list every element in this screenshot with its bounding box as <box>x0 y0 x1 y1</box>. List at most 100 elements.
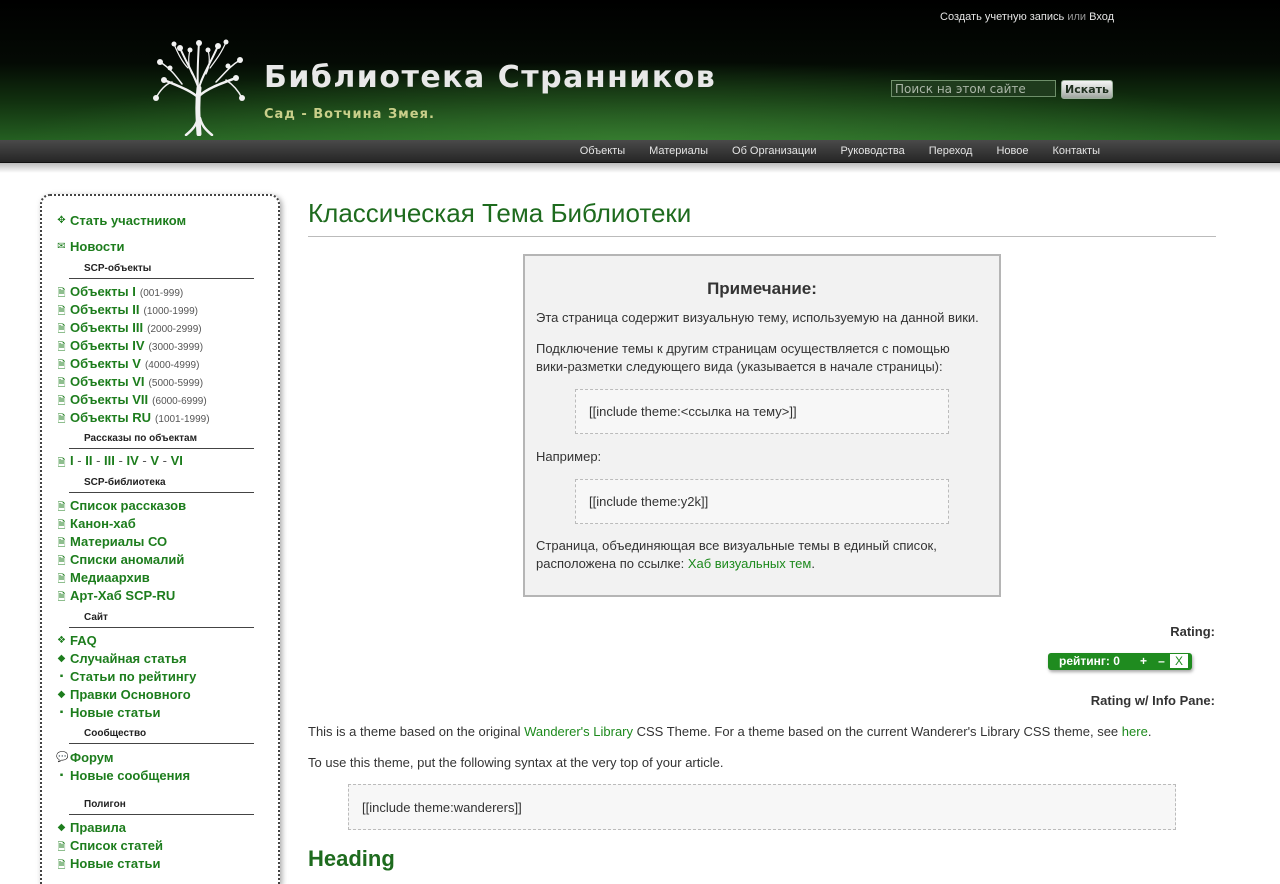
code-block-wanderers: [[include theme:wanderers]] <box>348 784 1176 830</box>
sidebar-item-objects-3[interactable]: Объекты III (2000-2999) <box>70 320 202 335</box>
page-icon: 🗎 <box>57 574 66 585</box>
stories-link-5[interactable]: V <box>150 453 159 468</box>
sidebar-item-rules[interactable]: Правила <box>70 820 126 835</box>
sidebar-item-objects-1[interactable]: Объекты I (001-999) <box>70 284 183 299</box>
speech-bubble-icon: 💬 <box>56 752 69 763</box>
sidebar-item-anomaly-lists[interactable]: Списки аномалий <box>70 552 184 567</box>
nav-item-contacts[interactable]: Контакты <box>1040 140 1112 162</box>
page-icon: 🗎 <box>57 288 66 299</box>
stories-link-2[interactable]: II <box>85 453 92 468</box>
sidebar-item-stories-list[interactable]: Список рассказов <box>70 498 186 513</box>
nav-item-guides[interactable]: Руководства <box>828 140 916 162</box>
site-subtitle: Сад - Вотчина Змея. <box>264 107 435 122</box>
bullet-icon: ▪ <box>59 770 64 781</box>
page-icon: 🗎 <box>57 502 66 513</box>
account-links: Создать учетную запись или Вход <box>940 11 1114 23</box>
sidebar-heading-scp-objects: SCP-объекты <box>69 263 254 279</box>
diamond-icon: ◆ <box>57 653 66 664</box>
sidebar-item-objects-2[interactable]: Объекты II (1000-1999) <box>70 302 198 317</box>
theme-hub-link[interactable]: Хаб визуальных тем <box>688 556 812 571</box>
sidebar-item-forum[interactable]: Форум <box>70 750 113 765</box>
sidebar-item-art-hub[interactable]: Арт-Хаб SCP-RU <box>70 588 175 603</box>
sidebar-item-polygon-new-pages[interactable]: Новые статьи <box>70 856 160 871</box>
nav-item-new[interactable]: Новое <box>984 140 1040 162</box>
search-input[interactable] <box>891 80 1056 97</box>
sidebar-item-canon-hub[interactable]: Канон-хаб <box>70 516 136 531</box>
sidebar-item-objects-4[interactable]: Объекты IV (3000-3999) <box>70 338 203 353</box>
sidebar-item-top-rated[interactable]: Статьи по рейтингу <box>70 669 196 684</box>
sidebar-heading-stories: Рассказы по объектам <box>69 433 254 449</box>
rate-cancel-button[interactable]: X <box>1170 654 1188 668</box>
nav-item-materials[interactable]: Материалы <box>637 140 720 162</box>
sidebar-item-goi-materials[interactable]: Материалы СО <box>70 534 167 549</box>
usage-paragraph: To use this theme, put the following syn… <box>308 755 724 770</box>
page-icon: 🗎 <box>57 842 66 853</box>
sidebar-heading-site: Сайт <box>69 612 254 628</box>
site-header: Библиотека Странников Сад - Вотчина Змея… <box>0 0 1280 140</box>
stories-link-1[interactable]: I <box>70 453 74 468</box>
code-block-include-template: [[include theme:<ссылка на тему>]] <box>575 389 949 434</box>
sidebar-item-objects-7[interactable]: Объекты VII (6000-6999) <box>70 392 207 407</box>
sidebar-heading-community: Сообщество <box>69 728 254 744</box>
current-theme-link[interactable]: here <box>1122 724 1148 739</box>
sidebar-heading-library: SCP-библиотека <box>69 477 254 493</box>
page-icon: 🗎 <box>57 378 66 389</box>
rating-value: рейтинг: 0 <box>1059 654 1120 668</box>
sidebar-item-new-posts[interactable]: Новые сообщения <box>70 768 190 783</box>
page-icon: 🗎 <box>57 538 66 549</box>
stories-link-3[interactable]: III <box>104 453 115 468</box>
side-bar: ✥ Стать участником ✉ Новости SCP-объекты… <box>40 194 280 884</box>
note-title: Примечание: <box>707 279 817 298</box>
page-icon: 🗎 <box>57 458 66 469</box>
sidebar-item-faq[interactable]: FAQ <box>70 633 97 648</box>
rating-label: Rating: <box>1170 624 1215 639</box>
tree-logo-icon[interactable] <box>152 38 246 136</box>
page-icon: 🗎 <box>57 414 66 425</box>
sidebar-item-article-list[interactable]: Список статей <box>70 838 163 853</box>
note-example-label: Например: <box>536 449 602 464</box>
top-nav: Объекты Материалы Об Организации Руковод… <box>0 140 1280 163</box>
note-paragraph-3: Страница, объединяющая все визуальные те… <box>536 538 937 571</box>
sidebar-item-objects-ru[interactable]: Объекты RU (1001-1999) <box>70 410 210 425</box>
page-icon: 🗎 <box>57 592 66 603</box>
rate-up-button[interactable]: + <box>1134 654 1153 668</box>
site-title[interactable]: Библиотека Странников <box>264 60 716 95</box>
section-heading: Heading <box>308 846 395 871</box>
rate-down-button[interactable]: – <box>1153 654 1170 668</box>
bullet-icon: ▪ <box>59 707 64 718</box>
nav-item-objects[interactable]: Объекты <box>568 140 637 162</box>
page-title: Классическая Тема Библиотеки <box>308 198 1216 237</box>
page-icon: 🗎 <box>57 306 66 317</box>
diamond-icon: ◆ <box>57 822 66 833</box>
page-icon: 🗎 <box>57 860 66 871</box>
sidebar-stories-roman: I - II - III - IV - V - VI <box>70 453 183 468</box>
note-box: Примечание: Эта страница содержит визуал… <box>523 254 1001 597</box>
sidebar-item-new-pages[interactable]: Новые статьи <box>70 705 160 720</box>
sidebar-item-objects-5[interactable]: Объекты V (4000-4999) <box>70 356 199 371</box>
nav-item-about[interactable]: Об Организации <box>720 140 828 162</box>
sidebar-heading-polygon: Полигон <box>69 799 254 815</box>
search-button[interactable]: Искать <box>1061 80 1113 99</box>
login-link[interactable]: Вход <box>1089 11 1114 23</box>
stories-link-6[interactable]: VI <box>171 453 183 468</box>
sidebar-join-link[interactable]: Стать участником <box>70 213 186 228</box>
nav-item-transfer[interactable]: Переход <box>917 140 985 162</box>
stories-link-4[interactable]: IV <box>126 453 138 468</box>
create-account-link[interactable]: Создать учетную запись <box>940 11 1064 23</box>
sidebar-news-link[interactable]: Новости <box>70 239 125 254</box>
sidebar-item-media-archive[interactable]: Медиаархив <box>70 570 150 585</box>
account-or-text: или <box>1067 11 1087 23</box>
wanderers-library-link[interactable]: Wanderer's Library <box>524 724 633 739</box>
page-icon: 🗎 <box>57 324 66 335</box>
sidebar-item-objects-6[interactable]: Объекты VI (5000-5999) <box>70 374 203 389</box>
sidebar-item-random-page[interactable]: Случайная статья <box>70 651 187 666</box>
intro-paragraph: This is a theme based on the original Wa… <box>308 724 1152 739</box>
code-block-include-example: [[include theme:y2k]] <box>575 479 949 524</box>
rating-widget: рейтинг: 0 + – X <box>1048 653 1192 670</box>
page-icon: 🗎 <box>57 520 66 531</box>
nav-shadow <box>0 163 1280 173</box>
page-icon: 🗎 <box>57 360 66 371</box>
envelope-icon: ✉ <box>57 241 66 252</box>
sidebar-item-recent-changes[interactable]: Правки Основного <box>70 687 191 702</box>
note-paragraph-1: Эта страница содержит визуальную тему, и… <box>536 310 979 325</box>
